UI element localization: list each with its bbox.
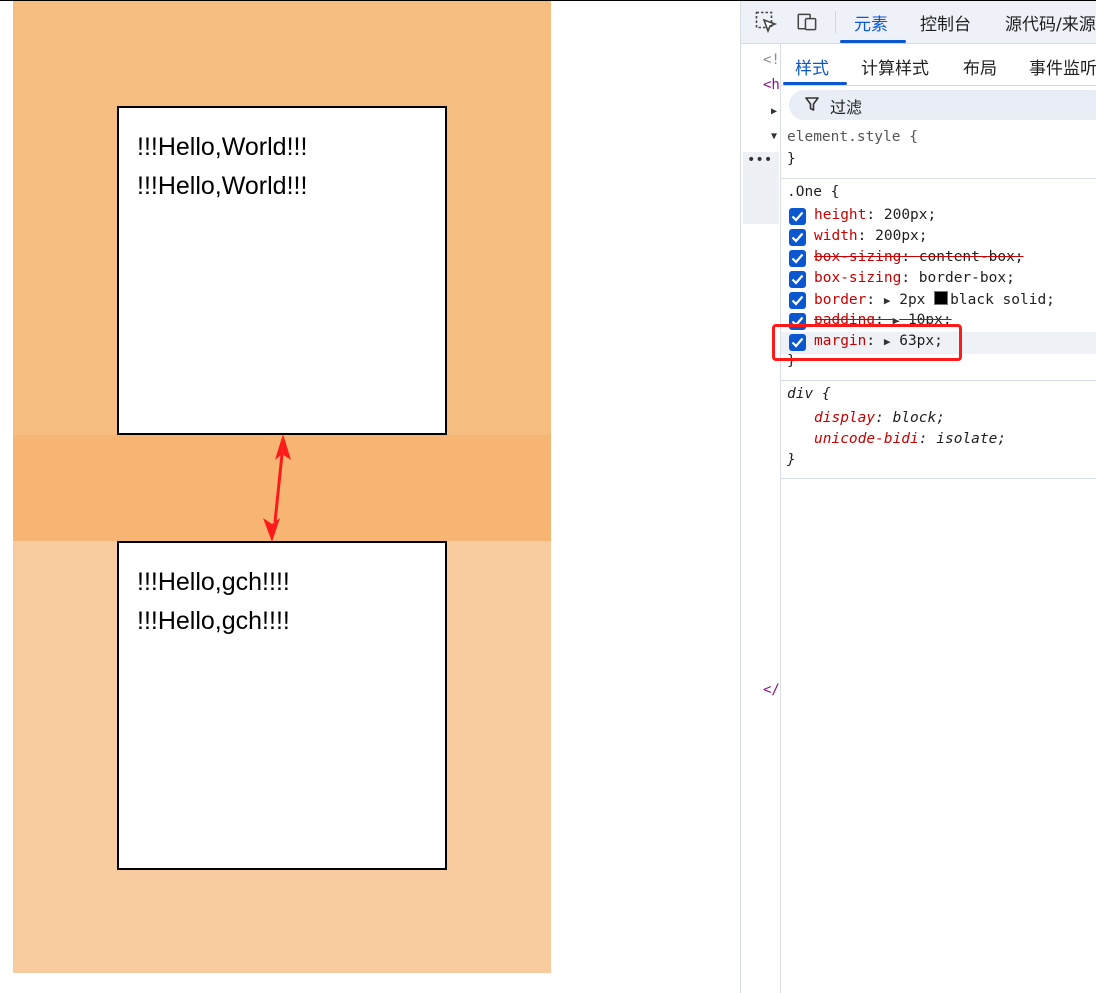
tab-computed[interactable]: 计算样式: [861, 54, 929, 79]
devtools-toolbar: 元素 控制台 源代码/来源: [741, 1, 1096, 44]
tab-sources[interactable]: 源代码/来源: [1005, 10, 1096, 35]
element-style-selector[interactable]: element.style {: [787, 129, 918, 145]
one-rule-selector[interactable]: .One {: [787, 184, 839, 200]
property-value[interactable]: 2px: [899, 292, 925, 308]
tab-console[interactable]: 控制台: [920, 10, 971, 35]
active-tab-indicator: [840, 40, 906, 43]
margin-gap-arrow-icon: [263, 434, 291, 542]
content-box-one[interactable]: !!!Hello,World!!! !!!Hello,World!!!: [117, 106, 447, 435]
devtools-panel: 元素 控制台 源代码/来源 <! <h ▶ ▼ ••• </ 样式 计算样式 布…: [740, 1, 1096, 993]
property-checkbox[interactable]: [789, 271, 806, 288]
collapse-triangle-icon[interactable]: ▼: [771, 131, 777, 142]
tab-styles[interactable]: 样式: [795, 54, 829, 79]
property-checkbox[interactable]: [789, 250, 806, 267]
content-box-two[interactable]: !!!Hello,gch!!!! !!!Hello,gch!!!!: [117, 541, 447, 870]
property-checkbox[interactable]: [789, 292, 806, 309]
color-swatch-icon[interactable]: [934, 291, 949, 305]
styles-pane: 样式 计算样式 布局 事件监听器 过滤 element.style { } .O…: [772, 44, 1096, 993]
property-name: border: [814, 292, 867, 308]
box-two-text-line: !!!Hello,gch!!!!: [137, 568, 290, 596]
doctype-node[interactable]: <!: [763, 52, 780, 68]
div-rule-selector[interactable]: div {: [787, 386, 831, 402]
elements-tree: <! <h ▶ ▼ ••• </: [741, 44, 781, 993]
property-name: unicode-bidi: [814, 431, 919, 447]
sidebar-tabs: 样式 计算样式 布局 事件监听器: [781, 44, 1096, 86]
rule-div-user-agent: div { display: block; unicode-bidi: isol…: [781, 381, 1096, 479]
inspect-element-icon[interactable]: [755, 11, 777, 33]
property-checkbox[interactable]: [789, 208, 806, 225]
property-name: box-sizing: [814, 270, 902, 286]
div-rule-close: }: [787, 452, 796, 468]
filter-placeholder: 过滤: [830, 98, 863, 117]
filter-icon: [805, 97, 819, 111]
property-value[interactable]: border-box;: [919, 270, 1015, 286]
device-toolbar-icon[interactable]: [797, 11, 819, 33]
styles-filter-input[interactable]: 过滤: [789, 90, 1096, 120]
toolbar-separator: [835, 11, 836, 33]
property-value-rest[interactable]: black solid;: [950, 292, 1055, 308]
ua-property-display: display: block;: [814, 410, 945, 426]
expand-shorthand-icon[interactable]: ▶: [884, 294, 891, 307]
closing-tag-node[interactable]: </: [763, 682, 780, 698]
property-checkbox[interactable]: [789, 229, 806, 246]
property-name: height: [814, 207, 867, 223]
box-one-text-line: !!!Hello,World!!!: [137, 133, 308, 161]
annotation-highlight-box: [772, 324, 962, 361]
property-name: box-sizing: [814, 249, 902, 265]
property-name: width: [814, 228, 858, 244]
property-value[interactable]: 200px;: [875, 228, 927, 244]
expand-triangle-icon[interactable]: ▶: [771, 106, 777, 117]
tab-layout[interactable]: 布局: [963, 54, 997, 79]
more-options-icon[interactable]: •••: [743, 152, 779, 224]
property-name: display: [814, 410, 876, 426]
active-subtab-indicator: [783, 82, 847, 85]
html-node[interactable]: <h: [763, 77, 780, 93]
property-value: isolate;: [936, 431, 1007, 447]
rule-element-style: element.style { }: [781, 124, 1096, 179]
box-one-text-line: !!!Hello,World!!!: [137, 172, 308, 200]
tab-event-listeners[interactable]: 事件监听器: [1029, 54, 1096, 79]
property-value: block;: [892, 410, 945, 426]
ua-property-unicode-bidi: unicode-bidi: isolate;: [814, 431, 1007, 447]
property-value[interactable]: content-box;: [919, 249, 1024, 265]
box-two-text-line: !!!Hello,gch!!!!: [137, 607, 290, 635]
property-value[interactable]: 200px;: [884, 207, 936, 223]
tab-elements[interactable]: 元素: [854, 10, 888, 35]
element-style-close: }: [787, 151, 796, 167]
